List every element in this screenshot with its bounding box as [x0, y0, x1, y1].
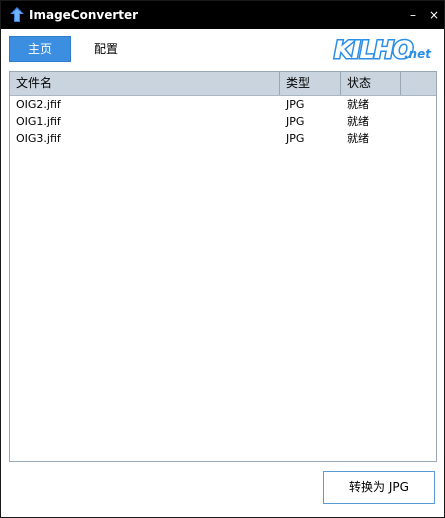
- close-icon[interactable]: ×: [425, 5, 443, 25]
- logo-main-text: KILHO: [332, 35, 414, 66]
- column-header-type[interactable]: 类型: [280, 72, 341, 95]
- app-arrow-icon: [10, 7, 24, 23]
- file-name: OIG1.jfif: [16, 115, 61, 128]
- tab-config[interactable]: 配置: [83, 36, 129, 62]
- convert-to-jpg-button[interactable]: 转换为 JPG: [323, 471, 435, 504]
- kilho-logo: KILHO .net: [332, 34, 434, 66]
- file-status: 就绪: [347, 115, 369, 128]
- column-header-name[interactable]: 文件名: [10, 72, 280, 95]
- logo-sub-text: .net: [404, 47, 431, 61]
- file-status: 就绪: [347, 98, 369, 111]
- file-list[interactable]: 文件名 类型 状态 OIG2.jfif JPG 就绪 OIG1.jfif JPG…: [9, 71, 437, 462]
- window-title: ImageConverter: [29, 8, 139, 22]
- file-type: JPG: [286, 115, 305, 128]
- table-row[interactable]: OIG2.jfif JPG 就绪: [10, 97, 436, 113]
- file-name: OIG3.jfif: [16, 132, 61, 145]
- tab-home[interactable]: 主页: [9, 36, 71, 62]
- app-window: ImageConverter – × 主页 配置 KILHO .net 文件名 …: [0, 0, 445, 518]
- table-row[interactable]: OIG1.jfif JPG 就绪: [10, 114, 436, 130]
- file-status: 就绪: [347, 132, 369, 145]
- file-type: JPG: [286, 132, 305, 145]
- list-header: 文件名 类型 状态: [10, 72, 436, 96]
- file-type: JPG: [286, 98, 305, 111]
- column-header-status[interactable]: 状态: [341, 72, 401, 95]
- minimize-icon[interactable]: –: [404, 5, 422, 25]
- file-name: OIG2.jfif: [16, 98, 61, 111]
- table-row[interactable]: OIG3.jfif JPG 就绪: [10, 131, 436, 147]
- title-bar[interactable]: ImageConverter – ×: [1, 1, 444, 29]
